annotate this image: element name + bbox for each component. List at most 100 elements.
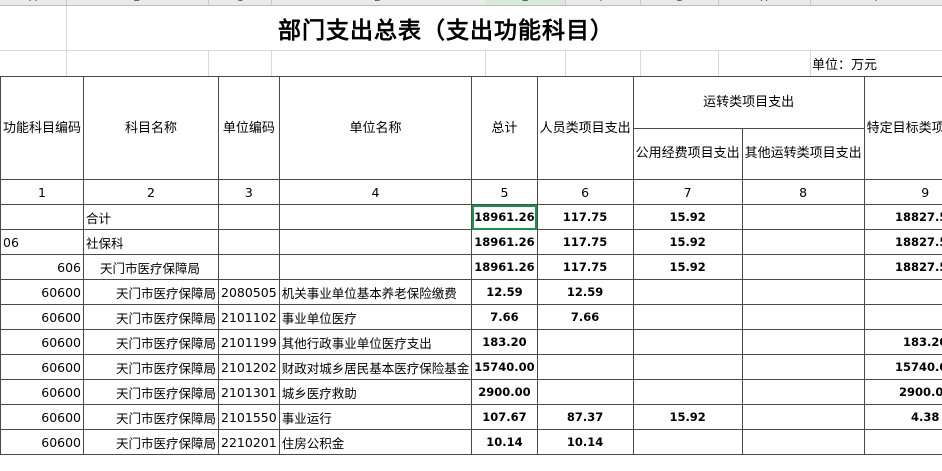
- unit-name-cell[interactable]: 机关事业单位基本养老保险缴费: [278, 279, 473, 305]
- other-operation-cell[interactable]: [741, 229, 865, 255]
- total-cell[interactable]: 10.14: [471, 429, 538, 455]
- other-operation-cell[interactable]: [741, 254, 865, 280]
- total-cell[interactable]: 2900.00: [471, 379, 538, 405]
- header-unit-code[interactable]: 单位编码: [218, 76, 280, 180]
- personnel-cell[interactable]: 117.75: [536, 229, 634, 255]
- unit-code-cell[interactable]: 2101301: [218, 379, 280, 405]
- public-funds-cell[interactable]: 15.92: [632, 254, 743, 280]
- unit-code-cell[interactable]: [218, 229, 280, 255]
- public-funds-cell[interactable]: [632, 379, 743, 405]
- other-operation-cell[interactable]: [741, 279, 865, 305]
- unit-code-cell[interactable]: 2101102: [218, 304, 280, 330]
- unit-code-cell[interactable]: [218, 254, 280, 280]
- public-funds-cell[interactable]: [632, 429, 743, 455]
- other-operation-cell[interactable]: [741, 404, 865, 430]
- header-personnel[interactable]: 人员类项目支出: [536, 76, 634, 180]
- public-funds-cell[interactable]: [632, 279, 743, 305]
- column-header-h[interactable]: H: [718, 0, 811, 5]
- other-operation-cell[interactable]: [741, 329, 865, 355]
- index-cell[interactable]: 2: [83, 179, 220, 205]
- func-code-cell[interactable]: 60600: [0, 404, 85, 430]
- header-operation-group[interactable]: 运转类项目支出: [632, 76, 865, 129]
- personnel-cell[interactable]: 117.75: [536, 254, 634, 280]
- func-name-cell[interactable]: 合计: [83, 204, 220, 230]
- unit-name-cell[interactable]: 其他行政事业单位医疗支出: [278, 329, 473, 355]
- func-name-cell[interactable]: 天门市医疗保障局: [83, 279, 220, 305]
- index-cell[interactable]: 6: [536, 179, 634, 205]
- column-header-g[interactable]: G: [640, 0, 719, 5]
- public-funds-cell[interactable]: [632, 304, 743, 330]
- specific-cell[interactable]: 18827.58: [863, 229, 942, 255]
- index-cell[interactable]: 9: [863, 179, 942, 205]
- column-header-f[interactable]: F: [565, 0, 641, 5]
- public-funds-cell[interactable]: [632, 329, 743, 355]
- specific-cell[interactable]: 4.38: [863, 404, 942, 430]
- total-cell[interactable]: 7.66: [471, 304, 538, 330]
- unit-name-cell[interactable]: [278, 254, 473, 280]
- public-funds-cell[interactable]: [632, 354, 743, 380]
- specific-cell[interactable]: 18827.58: [863, 254, 942, 280]
- column-header-c[interactable]: C: [208, 0, 272, 5]
- total-cell[interactable]: 15740.00: [471, 354, 538, 380]
- unit-code-cell[interactable]: [218, 204, 280, 230]
- personnel-cell[interactable]: [536, 354, 634, 380]
- func-code-cell[interactable]: 60600: [0, 429, 85, 455]
- unit-name-cell[interactable]: [278, 229, 473, 255]
- public-funds-cell[interactable]: 15.92: [632, 404, 743, 430]
- specific-cell[interactable]: 183.20: [863, 329, 942, 355]
- personnel-cell[interactable]: 87.37: [536, 404, 634, 430]
- total-cell[interactable]: 107.67: [471, 404, 538, 430]
- unit-name-cell[interactable]: [278, 204, 473, 230]
- personnel-cell[interactable]: 10.14: [536, 429, 634, 455]
- specific-cell[interactable]: [863, 304, 942, 330]
- func-code-cell[interactable]: 60600: [0, 329, 85, 355]
- unit-code-cell[interactable]: 2080505: [218, 279, 280, 305]
- total-cell[interactable]: 183.20: [471, 329, 538, 355]
- func-name-cell[interactable]: 天门市医疗保障局: [83, 404, 220, 430]
- other-operation-cell[interactable]: [741, 429, 865, 455]
- specific-cell[interactable]: [863, 279, 942, 305]
- other-operation-cell[interactable]: [741, 379, 865, 405]
- column-header-a[interactable]: A: [0, 0, 67, 5]
- specific-cell[interactable]: [863, 429, 942, 455]
- public-funds-cell[interactable]: 15.92: [632, 229, 743, 255]
- unit-code-cell[interactable]: 2101550: [218, 404, 280, 430]
- other-operation-cell[interactable]: [741, 304, 865, 330]
- other-operation-cell[interactable]: [741, 354, 865, 380]
- unit-code-cell[interactable]: 2101199: [218, 329, 280, 355]
- column-header-b[interactable]: B: [66, 0, 209, 5]
- total-cell[interactable]: 18961.26: [471, 204, 538, 230]
- other-operation-cell[interactable]: [741, 204, 865, 230]
- index-cell[interactable]: 8: [741, 179, 865, 205]
- unit-name-cell[interactable]: 事业运行: [278, 404, 473, 430]
- func-name-cell[interactable]: 天门市医疗保障局: [83, 379, 220, 405]
- header-total[interactable]: 总计: [471, 76, 538, 180]
- func-name-cell[interactable]: 天门市医疗保障局: [83, 304, 220, 330]
- func-code-cell[interactable]: 60600: [0, 354, 85, 380]
- specific-cell[interactable]: 15740.00: [863, 354, 942, 380]
- func-code-cell[interactable]: [0, 204, 85, 230]
- column-header-e[interactable]: E: [485, 0, 566, 5]
- func-name-cell[interactable]: 天门市医疗保障局: [83, 254, 220, 280]
- unit-code-cell[interactable]: 2101202: [218, 354, 280, 380]
- index-cell[interactable]: 4: [278, 179, 473, 205]
- total-cell[interactable]: 18961.26: [471, 229, 538, 255]
- header-specific[interactable]: 特定目标类项目支出: [863, 76, 942, 180]
- public-funds-cell[interactable]: 15.92: [632, 204, 743, 230]
- func-name-cell[interactable]: 天门市医疗保障局: [83, 329, 220, 355]
- personnel-cell[interactable]: [536, 329, 634, 355]
- specific-cell[interactable]: 2900.00: [863, 379, 942, 405]
- func-code-cell[interactable]: 60600: [0, 304, 85, 330]
- index-cell[interactable]: 3: [218, 179, 280, 205]
- unit-code-cell[interactable]: 2210201: [218, 429, 280, 455]
- header-func-name[interactable]: 科目名称: [83, 76, 220, 180]
- specific-cell[interactable]: 18827.58: [863, 204, 942, 230]
- personnel-cell[interactable]: [536, 379, 634, 405]
- header-unit-name[interactable]: 单位名称: [278, 76, 473, 180]
- header-func-code[interactable]: 功能科目编码: [0, 76, 85, 180]
- total-cell[interactable]: 18961.26: [471, 254, 538, 280]
- index-cell[interactable]: 5: [471, 179, 538, 205]
- func-name-cell[interactable]: 天门市医疗保障局: [83, 354, 220, 380]
- personnel-cell[interactable]: 117.75: [536, 204, 634, 230]
- personnel-cell[interactable]: 12.59: [536, 279, 634, 305]
